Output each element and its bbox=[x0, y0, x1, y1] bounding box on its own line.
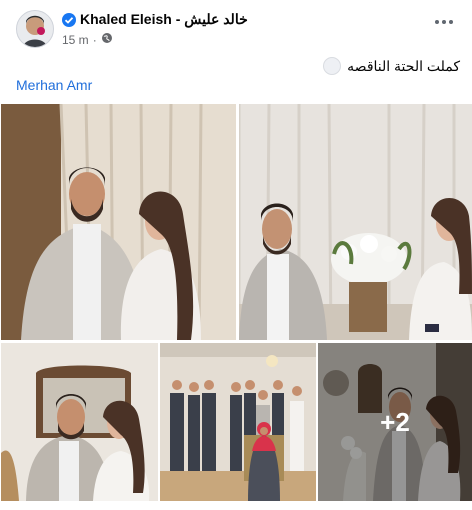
post-photo-4[interactable] bbox=[160, 343, 316, 501]
facebook-post-card: Khaled Eleish - خالد عليش 15 m · كملت ال… bbox=[0, 0, 472, 510]
post-photo-5[interactable]: +2 bbox=[318, 343, 472, 501]
post-meta: 15 m · bbox=[62, 32, 113, 47]
author-avatar[interactable] bbox=[16, 10, 54, 48]
globe-icon[interactable] bbox=[101, 32, 113, 47]
meta-separator: · bbox=[92, 32, 97, 47]
more-photos-overlay[interactable]: +2 bbox=[318, 343, 472, 501]
author-name-row: Khaled Eleish - خالد عليش bbox=[62, 11, 248, 28]
post-caption: كملت الحتة الناقصه bbox=[347, 57, 460, 74]
post-time[interactable]: 15 m bbox=[62, 33, 89, 47]
post-photo-1[interactable] bbox=[1, 104, 236, 340]
more-options-icon[interactable] bbox=[432, 12, 456, 32]
smile-emoji-icon bbox=[323, 57, 342, 75]
tagged-user-link[interactable]: Merhan Amr bbox=[16, 77, 92, 93]
post-photo-2[interactable] bbox=[239, 104, 472, 340]
more-photos-count: +2 bbox=[380, 406, 410, 437]
author-name[interactable]: Khaled Eleish - خالد عليش bbox=[80, 11, 248, 28]
post-caption-row: كملت الحتة الناقصه bbox=[323, 57, 460, 75]
verified-badge-icon bbox=[62, 12, 76, 27]
post-photo-3[interactable] bbox=[1, 343, 158, 501]
